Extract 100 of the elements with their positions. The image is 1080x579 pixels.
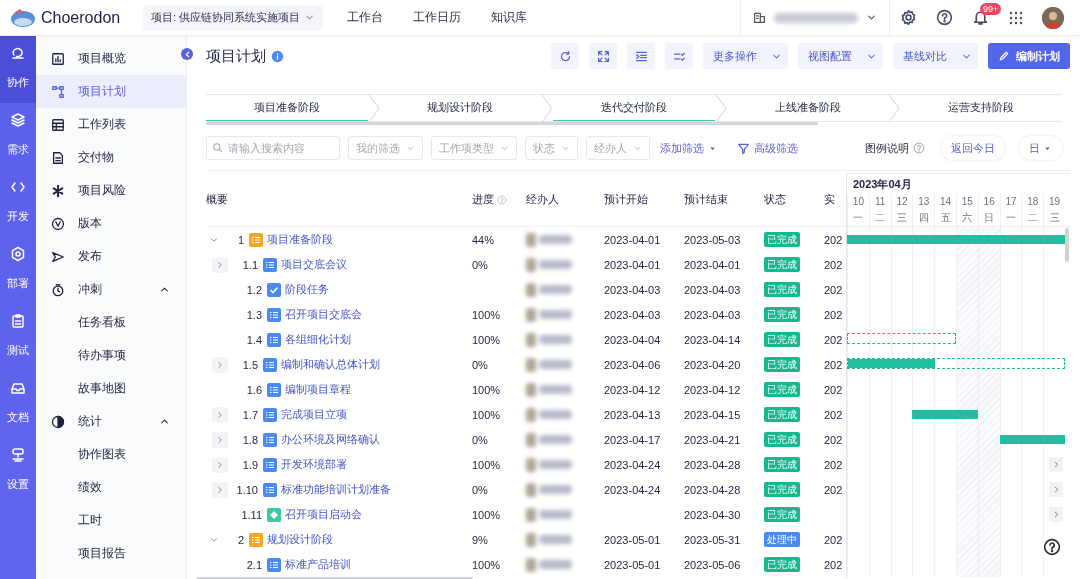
date-text: 202 xyxy=(824,358,843,371)
sidebar-item[interactable]: 工时 xyxy=(36,504,186,537)
date-text: 2023-04-21 xyxy=(684,433,741,446)
date-text: 2023-04-28 xyxy=(684,458,741,471)
status-badge: 已完成 xyxy=(764,257,800,272)
row-title[interactable]: 编制和确认总体计划 xyxy=(281,357,380,372)
sidebar-item[interactable]: 绩效 xyxy=(36,471,186,504)
expand-toggle[interactable] xyxy=(212,431,228,448)
rail-item[interactable]: 需求 xyxy=(0,103,36,170)
grid-icon xyxy=(1008,9,1024,26)
indent-button[interactable] xyxy=(627,43,655,69)
row-title[interactable]: 规划设计阶段 xyxy=(267,532,333,547)
sidebar-item[interactable]: 统计 xyxy=(36,405,186,438)
logo-icon xyxy=(10,7,36,28)
date-text: 2023-05-06 xyxy=(684,558,741,571)
sidebar-item[interactable]: 待办事项 xyxy=(36,339,186,372)
search-field[interactable]: 请输入搜索内容 xyxy=(206,136,340,160)
fullscreen-button[interactable] xyxy=(589,43,617,69)
sidebar-item[interactable]: 版本 xyxy=(36,207,186,240)
row-title[interactable]: 编制项目章程 xyxy=(285,382,351,397)
blurred-assignee xyxy=(526,482,572,497)
advanced-filter-link[interactable]: 高级筛选 xyxy=(737,140,798,156)
checklist-button[interactable] xyxy=(665,43,693,69)
help-button[interactable] xyxy=(1042,537,1062,557)
dropdown-button[interactable]: 更多操作 xyxy=(703,43,788,69)
chart-icon xyxy=(51,51,65,66)
date-text: 2023-04-28 xyxy=(684,483,741,496)
stage-step[interactable]: 上线准备阶段 xyxy=(726,95,889,121)
avatar[interactable] xyxy=(1042,6,1064,29)
sidebar-item[interactable]: 项目风险 xyxy=(36,174,186,207)
row-title[interactable]: 完成项目立项 xyxy=(281,407,347,422)
row-title[interactable]: 召开项目启动会 xyxy=(285,507,362,522)
rail-item[interactable]: 部署 xyxy=(0,237,36,304)
row-title[interactable]: 办公环境及网络确认 xyxy=(281,432,380,447)
row-title[interactable]: 标准功能培训计划准备 xyxy=(281,482,391,497)
rail-item[interactable]: 测试 xyxy=(0,304,36,371)
row-title[interactable]: 阶段任务 xyxy=(285,282,329,297)
sidebar-item[interactable]: 故事地图 xyxy=(36,372,186,405)
sidebar-item[interactable]: 发布 xyxy=(36,240,186,273)
row-title[interactable]: 标准产品培训 xyxy=(285,557,351,572)
row-number: 2 xyxy=(236,533,244,546)
jump-button[interactable] xyxy=(1049,507,1063,522)
date-text: 2023-04-24 xyxy=(604,458,661,471)
row-title[interactable]: 项目交底会议 xyxy=(281,257,347,272)
rail-item[interactable]: 开发 xyxy=(0,170,36,237)
sidebar-item[interactable]: 交付物 xyxy=(36,141,186,174)
blurred-assignee xyxy=(526,457,572,472)
legend-label: 图例说明 xyxy=(865,140,909,156)
date-text: 202 xyxy=(824,483,843,496)
chevron-right-icon xyxy=(215,484,225,495)
rail-item[interactable]: 文档 xyxy=(0,371,36,438)
sidebar-item[interactable]: 任务看板 xyxy=(36,306,186,339)
sidebar-item[interactable]: 协作图表 xyxy=(36,438,186,471)
today-button[interactable]: 返回今日 xyxy=(941,136,1005,160)
date-text: 202 xyxy=(824,258,843,271)
stage-step[interactable]: 规划设计阶段 xyxy=(379,95,542,121)
sidebar-item[interactable]: 工作列表 xyxy=(36,108,186,141)
expand-toggle[interactable] xyxy=(212,356,228,373)
scrollbar[interactable] xyxy=(1065,228,1069,262)
checkbox-icon xyxy=(267,282,281,297)
rail-item[interactable]: 协作 xyxy=(0,36,36,103)
list-icon xyxy=(267,332,281,347)
sidebar-item[interactable]: 项目概览 xyxy=(36,42,186,75)
asterisk-icon xyxy=(51,183,65,198)
expand-toggle[interactable] xyxy=(212,481,228,498)
scale-dropdown[interactable]: 日 xyxy=(1019,136,1062,160)
expand-toggle[interactable] xyxy=(212,406,228,423)
expand-toggle[interactable] xyxy=(212,256,228,273)
project-selector[interactable]: 项目: 供应链协同系统实施项目 xyxy=(143,4,323,31)
sidebar-item[interactable]: 项目计划 xyxy=(36,75,186,108)
row-title[interactable]: 项目准备阶段 xyxy=(267,232,333,247)
dropdown-button[interactable]: 视图配置 xyxy=(798,43,883,69)
stage-step[interactable]: 运营支持阶段 xyxy=(900,95,1062,121)
nav-link[interactable]: 工作台 xyxy=(347,9,383,26)
scrollbar[interactable] xyxy=(206,122,818,125)
dropdown-button[interactable]: 基线对比 xyxy=(893,43,978,69)
rail-item[interactable]: 设置 xyxy=(0,438,36,505)
jump-button[interactable] xyxy=(1049,482,1063,497)
blurred-assignee xyxy=(526,382,572,397)
code-icon xyxy=(10,179,26,195)
edit-plan-button[interactable]: 编制计划 xyxy=(988,43,1070,69)
jump-button[interactable] xyxy=(1049,457,1063,472)
date-text: 2023-04-03 xyxy=(604,283,661,296)
nav-link[interactable]: 知识库 xyxy=(491,9,527,26)
row-title[interactable]: 召开项目交底会 xyxy=(285,307,362,322)
nav-link[interactable]: 工作日历 xyxy=(413,9,461,26)
list-icon xyxy=(249,232,263,247)
blurred-assignee xyxy=(526,432,572,447)
chevron-down-icon xyxy=(866,12,877,23)
row-title[interactable]: 各组细化计划 xyxy=(285,332,351,347)
row-title[interactable]: 开发环境部署 xyxy=(281,457,347,472)
expand-toggle[interactable] xyxy=(212,456,228,473)
refresh-button[interactable] xyxy=(551,43,579,69)
add-filter-link[interactable]: 添加筛选 xyxy=(660,140,717,156)
gantt-bar[interactable] xyxy=(847,358,1065,369)
row-number: 1 xyxy=(236,233,244,246)
chevron-icon xyxy=(714,95,727,121)
sidebar-item[interactable]: 冲刺 xyxy=(36,273,186,306)
planned-bar[interactable] xyxy=(847,333,956,344)
sidebar-item[interactable]: 项目报告 xyxy=(36,537,186,570)
